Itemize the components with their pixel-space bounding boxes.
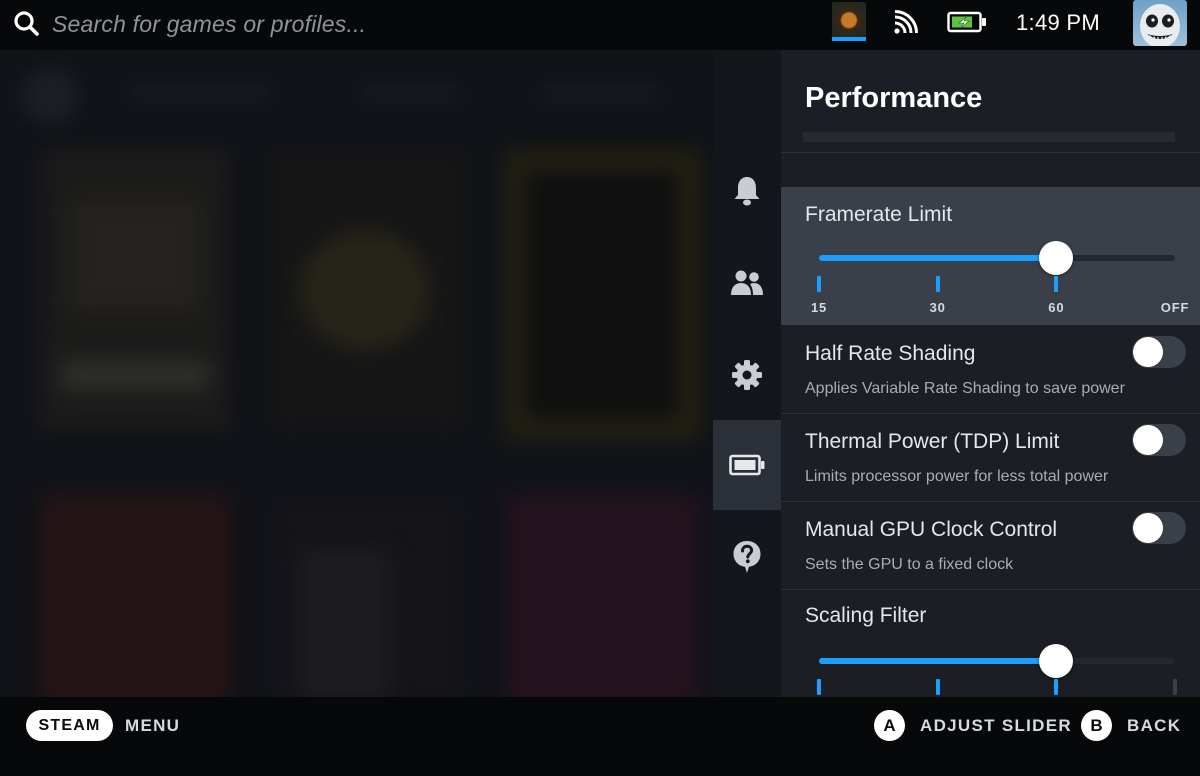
nav-help[interactable] — [713, 512, 781, 602]
half-rate-shading-label: Half Rate Shading — [805, 342, 976, 365]
toggle-knob — [1133, 425, 1163, 455]
quick-access-nav — [713, 50, 781, 697]
scaling-filter-row[interactable]: Scaling Filter — [781, 590, 1200, 697]
search-input[interactable]: Search for games or profiles... — [52, 11, 366, 38]
running-game-icon[interactable] — [832, 2, 866, 40]
slider-tick — [817, 276, 821, 292]
performance-panel: Performance Framerate Limit 15 30 60 OFF Ha… — [781, 50, 1200, 697]
library-background — [0, 50, 713, 697]
back-hint[interactable]: BACK — [1127, 716, 1181, 736]
nav-friends[interactable] — [713, 238, 781, 328]
slider-tick — [1054, 276, 1059, 292]
slider-tick — [1054, 679, 1059, 695]
wifi-icon — [894, 10, 918, 34]
slider-tick-label: 30 — [929, 300, 946, 315]
b-button-glyph: B — [1081, 710, 1112, 741]
menu-label: MENU — [125, 716, 181, 735]
gpu-clock-label: Manual GPU Clock Control — [805, 518, 1058, 541]
slider-tick — [1173, 679, 1177, 695]
tdp-limit-label: Thermal Power (TDP) Limit — [805, 430, 1060, 453]
nav-settings[interactable] — [713, 330, 781, 420]
half-rate-shading-description: Applies Variable Rate Shading to save po… — [805, 380, 1125, 397]
framerate-limit-slider[interactable] — [819, 241, 1175, 275]
divider — [781, 152, 1200, 153]
framerate-limit-label: Framerate Limit — [805, 203, 953, 226]
tdp-limit-toggle[interactable] — [1132, 424, 1186, 456]
search-icon[interactable] — [12, 9, 40, 37]
avatar[interactable] — [1133, 0, 1187, 46]
nav-performance[interactable] — [713, 420, 781, 510]
scaling-filter-label: Scaling Filter — [805, 604, 927, 627]
battery-charging-icon — [947, 11, 986, 33]
gear-icon — [732, 360, 762, 390]
nav-notifications[interactable] — [713, 146, 781, 236]
slider-thumb[interactable] — [1039, 241, 1074, 275]
steam-button[interactable]: STEAM — [26, 710, 113, 741]
framerate-limit-row[interactable]: Framerate Limit 15 30 60 OFF — [781, 187, 1200, 325]
a-button-glyph: A — [874, 710, 905, 741]
adjust-slider-hint[interactable]: ADJUST SLIDER — [920, 716, 1072, 736]
gpu-clock-row[interactable]: Manual GPU Clock Control Sets the GPU to… — [781, 502, 1200, 590]
gpu-clock-toggle[interactable] — [1132, 512, 1186, 544]
help-icon — [733, 541, 761, 573]
battery-icon — [729, 454, 765, 476]
slider-tick-label: 15 — [810, 300, 828, 315]
tdp-limit-description: Limits processor power for less total po… — [805, 468, 1109, 485]
toggle-knob — [1133, 337, 1163, 367]
panel-title: Performance — [805, 82, 983, 114]
slider-thumb[interactable] — [1039, 644, 1074, 678]
gpu-clock-description: Sets the GPU to a fixed clock — [805, 556, 1014, 573]
friends-icon — [731, 270, 763, 295]
slider-tick — [1173, 276, 1177, 292]
slider-tick-label: OFF — [1160, 300, 1190, 315]
slider-fill — [819, 658, 1057, 664]
toggle-knob — [1133, 513, 1163, 543]
footer-bar: STEAM MENU A ADJUST SLIDER B BACK — [0, 697, 1200, 776]
scaling-filter-slider[interactable] — [819, 644, 1175, 678]
slider-tick-label: 60 — [1048, 300, 1065, 315]
running-game-indicator — [832, 37, 866, 41]
slider-tick — [935, 679, 940, 695]
tdp-limit-row[interactable]: Thermal Power (TDP) Limit Limits process… — [781, 414, 1200, 502]
bell-icon — [734, 177, 760, 206]
slider-tick — [935, 276, 940, 292]
half-rate-shading-toggle[interactable] — [1132, 336, 1186, 368]
slider-fill — [819, 255, 1057, 261]
slider-tick — [817, 679, 821, 695]
top-bar: Search for games or profiles... 1:49 PM — [0, 0, 1200, 50]
clock: 1:49 PM — [1016, 10, 1101, 35]
half-rate-shading-row[interactable]: Half Rate Shading Applies Variable Rate … — [781, 326, 1200, 414]
collapsed-section — [803, 132, 1175, 142]
